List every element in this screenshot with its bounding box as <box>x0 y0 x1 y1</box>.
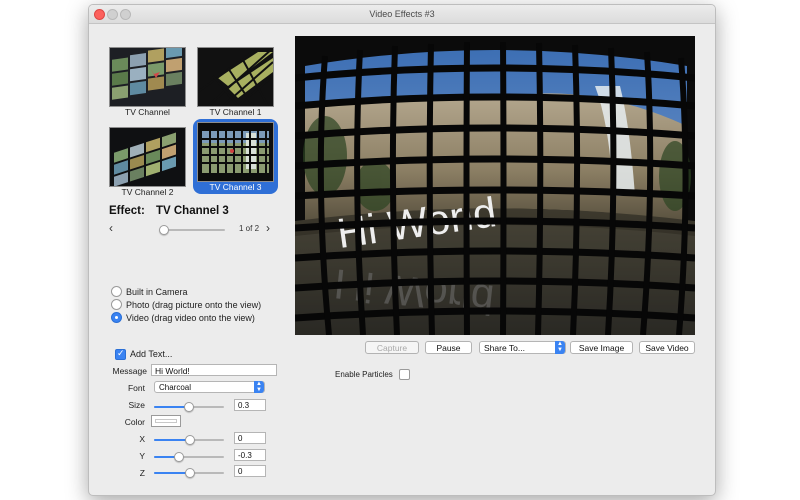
effect-label: Effect: <box>109 205 145 217</box>
slider-fill <box>154 439 189 441</box>
x-field[interactable]: 0 <box>234 432 266 444</box>
y-slider[interactable] <box>154 452 224 462</box>
font-label: Font <box>127 383 145 393</box>
message-label: Message <box>112 366 148 376</box>
size-label: Size <box>128 400 145 410</box>
app-window: Video Effects #3 TV Channel TV Channel 1… <box>88 4 716 496</box>
color-label: Color <box>124 417 145 427</box>
y-label: Y <box>139 451 145 461</box>
capture-button[interactable]: Capture <box>365 341 419 354</box>
color-well[interactable] <box>151 415 181 427</box>
effect-preview-image <box>197 122 274 182</box>
message-field[interactable]: Hi World! <box>151 364 277 376</box>
pause-button[interactable]: Pause <box>425 341 472 354</box>
save-image-button[interactable]: Save Image <box>570 341 633 354</box>
z-slider[interactable] <box>154 468 224 478</box>
size-field[interactable]: 0.3 <box>234 399 266 411</box>
popup-arrows-icon: ▲ ▼ <box>254 381 264 393</box>
popup-arrows-icon: ▲ ▼ <box>555 341 565 354</box>
radio-label: Built in Camera <box>126 286 188 297</box>
source-option-camera[interactable]: Built in Camera <box>111 286 188 297</box>
font-value: Charcoal <box>159 383 192 392</box>
effect-preview-image <box>109 47 186 107</box>
source-option-photo[interactable]: Photo (drag picture onto the view) <box>111 299 261 310</box>
slider-fill <box>154 406 188 408</box>
video-frame-image: Hi World Hi World <box>295 36 695 335</box>
radio-label: Photo (drag picture onto the view) <box>126 299 262 310</box>
effect-thumbnail-tv-channel[interactable]: TV Channel <box>109 47 186 117</box>
slider-knob[interactable] <box>184 402 194 412</box>
chevron-right-icon[interactable]: › <box>266 221 270 235</box>
add-text-label: Add Text... <box>130 349 173 359</box>
slider-knob[interactable] <box>185 468 195 478</box>
x-label: X <box>139 434 145 444</box>
slider-knob[interactable] <box>159 225 169 235</box>
effect-preview-image <box>109 127 186 187</box>
save-video-button[interactable]: Save Video <box>639 341 695 354</box>
font-popup[interactable]: Charcoal ▲ ▼ <box>154 381 265 393</box>
enable-particles-checkbox[interactable] <box>398 369 410 380</box>
slider-fill <box>154 472 189 474</box>
radio-button[interactable] <box>111 312 122 323</box>
add-text-checkbox[interactable] <box>115 348 126 361</box>
effect-thumbnail-label: TV Channel 2 <box>121 187 174 197</box>
share-popup[interactable]: Share To... ▲ ▼ <box>479 341 566 354</box>
effect-thumbnail-tv-channel-3[interactable]: TV Channel 3 <box>193 119 278 194</box>
share-label: Share To... <box>484 343 525 353</box>
title-bar: Video Effects #3 <box>89 5 715 24</box>
effect-thumbnail-tv-channel-1[interactable]: TV Channel 1 <box>197 47 274 117</box>
video-preview[interactable]: Hi World Hi World <box>295 36 695 335</box>
effect-preview-image <box>197 47 274 107</box>
radio-label: Video (drag video onto the view) <box>126 312 255 323</box>
page-indicator: 1 of 2 <box>239 224 260 233</box>
z-field[interactable]: 0 <box>234 465 266 477</box>
y-field[interactable]: -0.3 <box>234 449 266 461</box>
window-title: Video Effects #3 <box>369 9 435 19</box>
effect-name: TV Channel 3 <box>155 205 229 217</box>
z-label: Z <box>139 468 145 478</box>
enable-particles-label: Enable Particles <box>335 370 393 379</box>
effect-thumbnail-label: TV Channel 1 <box>209 107 262 117</box>
enable-particles-row[interactable]: Enable Particles <box>335 369 414 380</box>
slider-knob[interactable] <box>185 435 195 445</box>
source-option-video[interactable]: Video (drag video onto the view) <box>111 312 255 323</box>
effect-thumbnail-tv-channel-2[interactable]: TV Channel 2 <box>109 127 186 197</box>
effect-name-row: Effect: TV Channel 3 <box>109 205 237 217</box>
size-slider[interactable] <box>154 402 224 412</box>
effect-thumbnail-label: TV Channel 3 <box>209 182 262 192</box>
add-text-checkbox-row[interactable]: Add Text... <box>115 348 173 361</box>
slider-knob[interactable] <box>174 452 184 462</box>
radio-button[interactable] <box>111 286 122 297</box>
chevron-left-icon[interactable]: ‹ <box>109 221 113 235</box>
effects-page-slider[interactable] <box>159 225 225 235</box>
x-slider[interactable] <box>154 435 224 445</box>
effect-thumbnail-label: TV Channel <box>125 107 170 117</box>
radio-button[interactable] <box>111 299 122 310</box>
